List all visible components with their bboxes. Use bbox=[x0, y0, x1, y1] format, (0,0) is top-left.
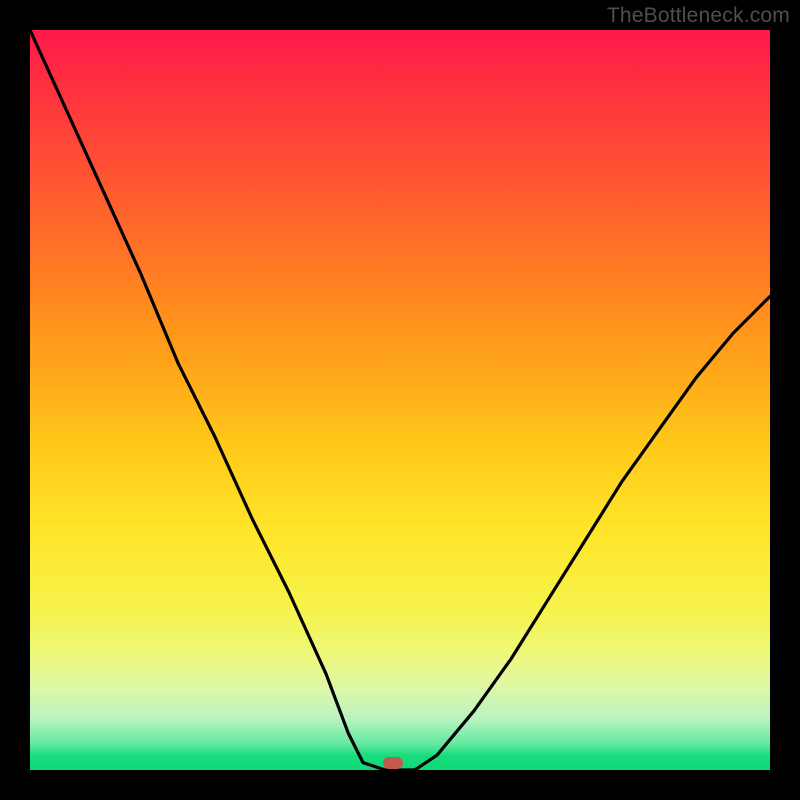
plot-area bbox=[30, 30, 770, 770]
chart-frame: TheBottleneck.com bbox=[0, 0, 800, 800]
watermark-text: TheBottleneck.com bbox=[607, 4, 790, 28]
curve-svg bbox=[30, 30, 770, 770]
bottleneck-marker bbox=[383, 757, 403, 769]
curve-line bbox=[30, 30, 770, 770]
